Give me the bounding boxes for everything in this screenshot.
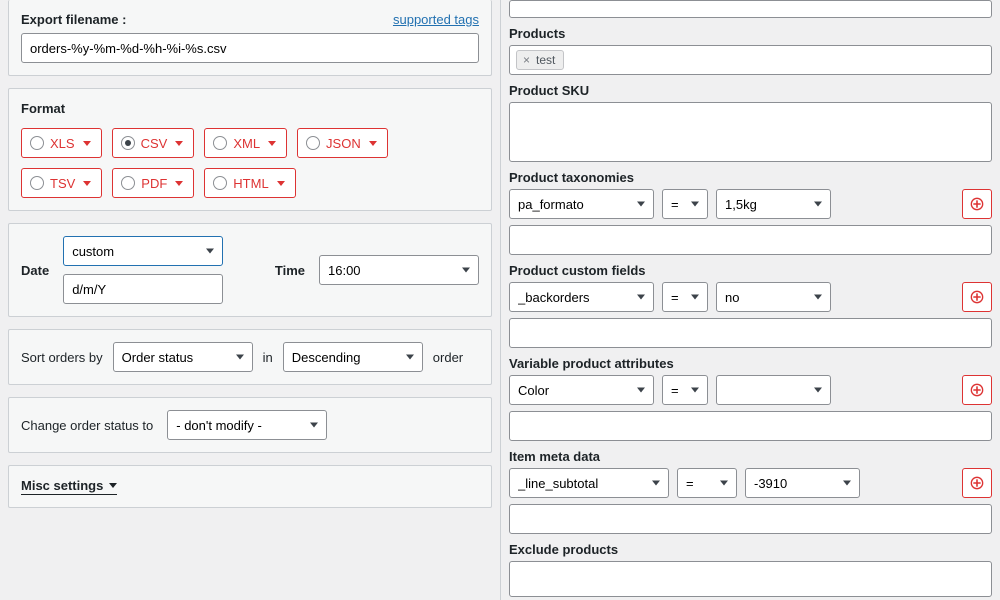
taxonomies-label: Product taxonomies	[509, 170, 992, 185]
varattr-val-select[interactable]	[716, 375, 831, 405]
sort-label-pre: Sort orders by	[21, 350, 103, 365]
format-option-label: XLS	[50, 136, 75, 151]
tax-op-select[interactable]: =	[662, 189, 708, 219]
itemmeta-result-box[interactable]	[509, 504, 992, 534]
sort-panel: Sort orders by Order status in Descendin…	[8, 329, 492, 385]
chevron-down-icon	[369, 141, 377, 146]
sort-label-in: in	[263, 350, 273, 365]
format-option-xls[interactable]: XLS	[21, 128, 102, 158]
chevron-down-icon	[109, 483, 117, 488]
custom-field-select[interactable]: _backorders	[509, 282, 654, 312]
itemmeta-field-select[interactable]: _line_subtotal	[509, 468, 669, 498]
format-panel: Format XLS CSV XML JSON TSV PDF HTML	[8, 88, 492, 211]
chevron-down-icon	[268, 141, 276, 146]
taxonomies-result-box[interactable]	[509, 225, 992, 255]
date-mode-select[interactable]: custom	[63, 236, 223, 266]
custom-add-button[interactable]	[962, 282, 992, 312]
varattr-filter-row: Color =	[509, 375, 992, 405]
itemmeta-filter-row: _line_subtotal = -3910	[509, 468, 992, 498]
format-option-label: CSV	[141, 136, 168, 151]
date-time-panel: Date custom Time 16:00	[8, 223, 492, 317]
products-tag-input[interactable]: × test	[509, 45, 992, 75]
format-option-label: TSV	[50, 176, 75, 191]
chevron-down-icon	[175, 181, 183, 186]
change-status-panel: Change order status to - don't modify -	[8, 397, 492, 453]
sort-label-post: order	[433, 350, 463, 365]
sort-field-select[interactable]: Order status	[113, 342, 253, 372]
top-empty-box[interactable]	[509, 0, 992, 18]
tax-field-select[interactable]: pa_formato	[509, 189, 654, 219]
product-tag-text: test	[536, 53, 555, 67]
custom-val-select[interactable]: no	[716, 282, 831, 312]
format-option-label: JSON	[326, 136, 361, 151]
misc-settings-panel: Misc settings	[8, 465, 492, 508]
varattr-field-select[interactable]: Color	[509, 375, 654, 405]
exclude-products-input[interactable]	[509, 561, 992, 597]
chevron-down-icon	[83, 181, 91, 186]
close-icon[interactable]: ×	[523, 53, 530, 67]
date-label: Date	[21, 263, 49, 278]
product-tag[interactable]: × test	[516, 50, 564, 70]
tax-val-select[interactable]: 1,5kg	[716, 189, 831, 219]
radio-icon	[306, 136, 320, 150]
sku-label: Product SKU	[509, 83, 992, 98]
custom-filter-row: _backorders = no	[509, 282, 992, 312]
tax-add-button[interactable]	[962, 189, 992, 219]
custom-op-select[interactable]: =	[662, 282, 708, 312]
varattr-result-box[interactable]	[509, 411, 992, 441]
format-option-tsv[interactable]: TSV	[21, 168, 102, 198]
products-label: Products	[509, 26, 992, 41]
sku-input[interactable]	[509, 102, 992, 162]
misc-settings-label: Misc settings	[21, 478, 103, 493]
export-filename-input[interactable]	[21, 33, 479, 63]
change-status-label: Change order status to	[21, 418, 153, 433]
radio-icon	[121, 136, 135, 150]
chevron-down-icon	[175, 141, 183, 146]
varattr-add-button[interactable]	[962, 375, 992, 405]
format-option-html[interactable]: HTML	[204, 168, 295, 198]
date-format-input[interactable]	[63, 274, 223, 304]
supported-tags-link[interactable]: supported tags	[393, 12, 479, 27]
format-option-label: PDF	[141, 176, 167, 191]
itemmeta-val-select[interactable]: -3910	[745, 468, 860, 498]
format-option-label: HTML	[233, 176, 268, 191]
radio-icon	[121, 176, 135, 190]
varattr-op-select[interactable]: =	[662, 375, 708, 405]
varattr-label: Variable product attributes	[509, 356, 992, 371]
format-option-json[interactable]: JSON	[297, 128, 388, 158]
misc-settings-toggle[interactable]: Misc settings	[21, 478, 117, 495]
itemmeta-add-button[interactable]	[962, 468, 992, 498]
sort-direction-select[interactable]: Descending	[283, 342, 423, 372]
format-option-pdf[interactable]: PDF	[112, 168, 194, 198]
chevron-down-icon	[277, 181, 285, 186]
format-option-csv[interactable]: CSV	[112, 128, 195, 158]
itemmeta-label: Item meta data	[509, 449, 992, 464]
format-option-xml[interactable]: XML	[204, 128, 287, 158]
radio-icon	[30, 136, 44, 150]
custom-fields-label: Product custom fields	[509, 263, 992, 278]
exclude-label: Exclude products	[509, 542, 992, 557]
export-filename-panel: Export filename : supported tags	[8, 0, 492, 76]
radio-icon	[30, 176, 44, 190]
format-label: Format	[21, 101, 479, 116]
export-filename-label: Export filename :	[21, 12, 126, 27]
radio-icon	[213, 176, 227, 190]
taxonomies-filter-row: pa_formato = 1,5kg	[509, 189, 992, 219]
plus-icon	[970, 197, 984, 211]
change-status-select[interactable]: - don't modify -	[167, 410, 327, 440]
time-label: Time	[275, 263, 305, 278]
radio-icon	[213, 136, 227, 150]
time-select[interactable]: 16:00	[319, 255, 479, 285]
custom-result-box[interactable]	[509, 318, 992, 348]
format-option-label: XML	[233, 136, 260, 151]
plus-icon	[970, 290, 984, 304]
plus-icon	[970, 476, 984, 490]
plus-icon	[970, 383, 984, 397]
itemmeta-op-select[interactable]: =	[677, 468, 737, 498]
chevron-down-icon	[83, 141, 91, 146]
